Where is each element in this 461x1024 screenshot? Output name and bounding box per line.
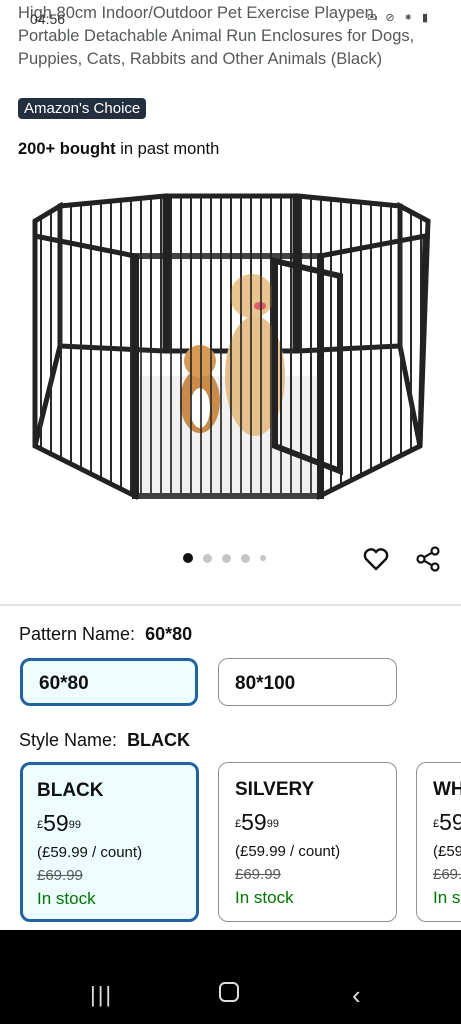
recent-apps-icon[interactable]: ||| (90, 982, 113, 1008)
image-carousel-dots[interactable] (183, 553, 266, 563)
style-option-name: SILVERY (235, 779, 315, 800)
was-price: £69.99 (235, 866, 281, 883)
stock-status: In stock (37, 889, 96, 908)
price-fraction: 99 (68, 819, 81, 831)
style-option-silvery[interactable]: SILVERY £5999 (£59.99 / count) £69.99 In… (218, 762, 397, 922)
style-option-name: WH (433, 779, 461, 800)
pattern-option-label: 80*100 (235, 673, 296, 694)
style-option-price: £5999 (37, 812, 196, 835)
price-whole: 59 (241, 809, 267, 835)
stock-status: In stock (235, 888, 294, 907)
carousel-dot[interactable] (260, 555, 266, 561)
pattern-option-60x80[interactable]: 60*80 (20, 658, 198, 706)
status-bar: 04:56 ✉ ⊘ ⁕ ▮ (0, 0, 461, 30)
stock-status: In st (433, 888, 461, 907)
price-whole: 59 (43, 810, 69, 836)
style-option-black[interactable]: BLACK £5999 (£59.99 / count) £69.99 In s… (20, 762, 199, 922)
heart-icon[interactable] (362, 545, 390, 573)
section-divider (0, 604, 461, 606)
price-whole: 59 (439, 809, 461, 835)
pattern-option-80x100[interactable]: 80*100 (218, 658, 397, 706)
style-selected-value: BLACK (127, 730, 191, 750)
status-icons: ✉ ⊘ ⁕ ▮ (367, 12, 431, 24)
product-image[interactable] (20, 176, 442, 516)
carousel-dot[interactable] (222, 553, 231, 563)
bought-count-bold: 200+ bought (18, 140, 116, 158)
style-option-white[interactable]: WH £59 (£59 £69. In st (416, 762, 461, 922)
system-nav-bar: ||| ‹ (0, 930, 461, 1024)
bought-count: 200+ bought in past month (18, 140, 219, 159)
unit-price: (£59.99 / count) (235, 843, 341, 860)
pattern-option-label: 60*80 (39, 673, 89, 694)
bought-count-rest: in past month (115, 140, 220, 158)
style-label-text: Style Name: (19, 730, 118, 750)
carousel-dot[interactable] (183, 553, 193, 563)
price-currency: £ (433, 818, 440, 830)
pattern-label-text: Pattern Name: (19, 624, 136, 644)
amazons-choice-badge[interactable]: Amazon's Choice (18, 98, 147, 119)
back-icon[interactable]: ‹ (352, 980, 361, 1011)
style-label: Style Name: BLACK (19, 730, 190, 751)
pattern-selected-value: 60*80 (145, 624, 193, 644)
home-icon[interactable] (219, 982, 239, 1002)
style-option-price: £5999 (235, 811, 396, 834)
price-fraction: 99 (266, 818, 279, 830)
style-option-name: BLACK (37, 780, 104, 801)
carousel-dot[interactable] (241, 553, 250, 563)
carousel-dot[interactable] (203, 553, 212, 563)
share-icon[interactable] (414, 545, 442, 573)
was-price: £69.99 (37, 867, 83, 884)
price-currency: £ (37, 819, 44, 831)
price-currency: £ (235, 818, 242, 830)
status-time: 04:56 (30, 11, 66, 27)
unit-price: (£59.99 / count) (37, 844, 143, 861)
unit-price: (£59 (433, 843, 461, 860)
pattern-label: Pattern Name: 60*80 (19, 624, 192, 645)
style-option-price: £59 (433, 811, 461, 834)
was-price: £69. (433, 866, 461, 883)
